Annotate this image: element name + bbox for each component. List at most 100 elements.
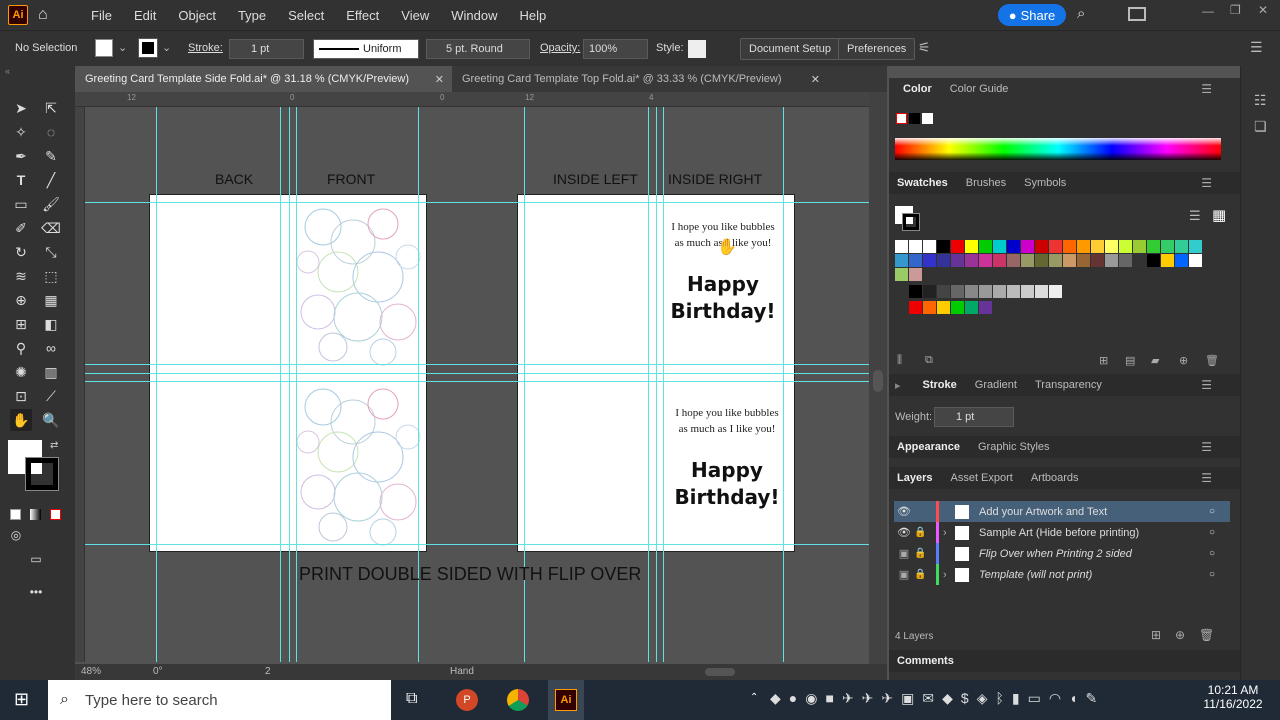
clock[interactable]: 10:21 AM 11/16/2022 <box>1198 683 1268 711</box>
symbol-sprayer-tool-icon[interactable]: ✺ <box>10 361 32 383</box>
panel-menu-icon[interactable]: ☰ <box>1201 378 1212 392</box>
scale-tool-icon[interactable]: ⤡ <box>40 241 62 263</box>
swatch-grid[interactable] <box>895 240 1215 315</box>
panel-menu-icon[interactable]: ☰ <box>1201 471 1212 485</box>
eraser-tool-icon[interactable]: ⌫ <box>40 217 62 239</box>
document-setup-button[interactable]: Document Setup <box>740 38 840 60</box>
lock-icon[interactable]: 🔒 <box>914 548 936 559</box>
layer-name[interactable]: Template (will not print) <box>979 569 1092 581</box>
swatch[interactable] <box>923 254 936 267</box>
layer-name[interactable]: Sample Art (Hide before printing) <box>979 527 1139 539</box>
tab-symbols[interactable]: Symbols <box>1024 177 1066 189</box>
panel-menu-icon[interactable]: ☰ <box>1201 82 1212 96</box>
swatch[interactable] <box>937 254 950 267</box>
swatch[interactable] <box>909 268 922 281</box>
swatch[interactable] <box>1133 254 1146 267</box>
close-window-icon[interactable]: ✕ <box>1258 3 1268 17</box>
new-layer-icon[interactable]: ⊕ <box>1175 628 1185 642</box>
swatch[interactable] <box>909 301 922 314</box>
swatch[interactable] <box>1049 240 1062 253</box>
draw-mode-icon[interactable]: ◎ <box>5 524 27 546</box>
fill-chevron-icon[interactable]: ⌄ <box>118 41 127 54</box>
shape-builder-tool-icon[interactable]: ⊕ <box>10 289 32 311</box>
swatch[interactable] <box>1035 285 1048 298</box>
visibility-eye-icon[interactable]: 👁 <box>894 526 914 539</box>
opacity-label[interactable]: Opacity: <box>540 42 580 54</box>
line-tool-icon[interactable]: ╱ <box>40 169 62 191</box>
pen-tool-icon[interactable]: ✒ <box>10 145 32 167</box>
swatch[interactable] <box>1063 240 1076 253</box>
swatch[interactable] <box>1091 240 1104 253</box>
menu-view[interactable]: View <box>390 8 440 23</box>
swatch[interactable] <box>993 254 1006 267</box>
close-tab-icon[interactable]: ✕ <box>435 73 444 86</box>
fill-swatch[interactable] <box>95 39 113 57</box>
location-icon[interactable]: ▮ <box>1012 690 1020 710</box>
restore-icon[interactable]: ❐ <box>1230 3 1241 17</box>
white-swatch[interactable] <box>922 113 933 124</box>
expand-chevron-icon[interactable]: › <box>943 527 955 539</box>
swatch[interactable] <box>993 240 1006 253</box>
tab-color[interactable]: Color <box>903 83 932 95</box>
minimize-icon[interactable]: — <box>1202 4 1214 18</box>
tray-app-icon[interactable]: $ <box>961 690 969 710</box>
share-button[interactable]: ● Share <box>998 4 1066 26</box>
stroke-weight-input[interactable]: 1 pt <box>934 407 1014 427</box>
swatch[interactable] <box>965 301 978 314</box>
pen-icon[interactable]: ✎ <box>1086 690 1098 710</box>
swap-colors-icon[interactable]: ⇄ <box>50 440 58 451</box>
close-tab-icon[interactable]: ✕ <box>811 73 820 86</box>
none-swatch[interactable] <box>896 113 907 124</box>
tab-artboards[interactable]: Artboards <box>1031 472 1079 484</box>
chrome-icon[interactable] <box>507 689 529 711</box>
style-swatch[interactable] <box>688 40 706 58</box>
swatch[interactable] <box>1105 254 1118 267</box>
variable-width-dropdown[interactable]: Uniform <box>313 39 419 59</box>
libraries-icon[interactable]: ❏ <box>1254 118 1267 135</box>
arrange-icon[interactable]: ⚟ <box>918 39 931 56</box>
tab-layers[interactable]: Layers <box>897 472 932 484</box>
swatch[interactable] <box>1063 254 1076 267</box>
swatch[interactable] <box>895 268 908 281</box>
target-circle-icon[interactable]: ○ <box>1209 569 1215 580</box>
stroke-chevron-icon[interactable]: ⌄ <box>162 41 171 54</box>
swatch[interactable] <box>951 240 964 253</box>
swatch[interactable] <box>1021 240 1034 253</box>
swatch[interactable] <box>1007 285 1020 298</box>
tab-side-fold[interactable]: Greeting Card Template Side Fold.ai* @ 3… <box>75 66 452 92</box>
swatch[interactable] <box>895 240 908 253</box>
menu-edit[interactable]: Edit <box>123 8 167 23</box>
black-swatch[interactable] <box>909 113 920 124</box>
swatch-options-icon[interactable]: ⊞ <box>1099 354 1108 367</box>
layer-row[interactable]: ▣ 🔒 › Template (will not print) ○ <box>894 564 1230 585</box>
swatch[interactable] <box>965 254 978 267</box>
tab-top-fold[interactable]: Greeting Card Template Top Fold.ai* @ 33… <box>452 66 828 92</box>
direct-selection-tool-icon[interactable]: ⇱ <box>40 97 62 119</box>
swatch[interactable] <box>1021 285 1034 298</box>
layer-row[interactable]: ▣ 🔒 Flip Over when Printing 2 sided ○ <box>894 543 1230 564</box>
magic-wand-tool-icon[interactable]: ✧ <box>10 121 32 143</box>
more-tools-icon[interactable]: ••• <box>25 581 47 603</box>
target-circle-icon[interactable]: ○ <box>1209 506 1215 517</box>
workspace-switcher-icon[interactable] <box>1128 7 1146 21</box>
gradient-mode-icon[interactable] <box>30 509 41 520</box>
swatch[interactable] <box>979 240 992 253</box>
swatch[interactable] <box>979 301 992 314</box>
swatch[interactable] <box>923 240 936 253</box>
swatch[interactable] <box>993 285 1006 298</box>
task-view-icon[interactable]: ⧉ <box>406 690 417 708</box>
swatch[interactable] <box>1077 240 1090 253</box>
search-icon[interactable]: ⌕ <box>1077 5 1085 22</box>
tab-brushes[interactable]: Brushes <box>966 177 1006 189</box>
opacity-field[interactable]: 100% <box>583 39 648 59</box>
swatch[interactable] <box>1021 254 1034 267</box>
scroll-thumb[interactable] <box>873 370 883 392</box>
artboard-canvas[interactable]: BACK FRONT INSIDE LEFT INSIDE RIGHT I ho… <box>85 107 869 662</box>
powerpoint-icon[interactable]: P <box>456 689 478 711</box>
tray-app-icon[interactable]: ✈ <box>862 690 874 710</box>
battery-icon[interactable]: ▭ <box>1028 690 1041 710</box>
swatch[interactable] <box>937 285 950 298</box>
windows-start-icon[interactable]: ⊞ <box>14 689 29 710</box>
hand-tool-icon[interactable]: ✋ <box>10 409 32 431</box>
tab-asset-export[interactable]: Asset Export <box>950 472 1012 484</box>
